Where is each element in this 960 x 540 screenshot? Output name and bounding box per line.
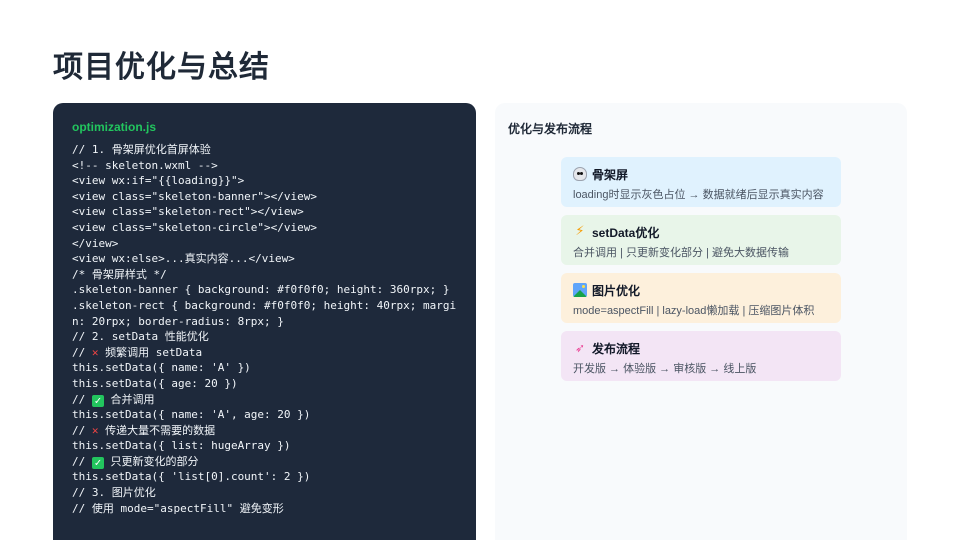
- code-text: this.setData({ list: hugeArray }): [72, 439, 291, 453]
- code-text: <view class="skeleton-banner"></view>: [72, 189, 318, 203]
- check-mark-icon: ✓: [91, 456, 104, 469]
- code-line: .skeleton-banner { background: #f0f0f0; …: [72, 282, 458, 298]
- code-line: <view wx:else>...真实内容...</view>: [72, 251, 458, 267]
- code-line: <view class="skeleton-circle"></view>: [72, 220, 458, 236]
- code-line: <view class="skeleton-banner"></view>: [72, 189, 458, 205]
- code-text: <view wx:if="{{loading}}">: [72, 174, 245, 188]
- code-text: .skeleton-rect { background: #f0f0f0; he…: [72, 298, 457, 328]
- code-comment-prefix: //: [72, 392, 92, 406]
- code-text: this.setData({ age: 20 }): [72, 376, 238, 390]
- step-title: 骨架屏: [592, 167, 629, 182]
- code-line: </view>: [72, 236, 458, 252]
- code-line: // 3. 图片优化: [72, 485, 458, 501]
- flow-step-release: ➶ 发布流程 开发版 → 体验版 → 审核版 → 线上版: [561, 331, 841, 381]
- picture-icon: [573, 283, 587, 297]
- step-title: 发布流程: [592, 341, 641, 356]
- code-text: <view class="skeleton-rect"></view>: [72, 205, 304, 219]
- code-text: // 使用 mode="aspectFill" 避免变形: [72, 501, 284, 515]
- flow-panel: 优化与发布流程 骨架屏 loading时显示灰色占位 → 数据就绪后显示真实内容…: [495, 103, 907, 540]
- step-desc: 开发版 → 体验版 → 审核版 → 线上版: [573, 363, 757, 375]
- code-line: this.setData({ name: 'A' }): [72, 360, 458, 376]
- code-line: <!-- skeleton.wxml -->: [72, 158, 458, 174]
- flow-title: 优化与发布流程: [508, 122, 593, 136]
- code-text: this.setData({ name: 'A', age: 20 }): [72, 408, 311, 422]
- code-comment-prefix: //: [72, 345, 92, 359]
- code-panel: optimization.js // 1. 骨架屏优化首屏体验 <!-- skel…: [53, 103, 476, 540]
- code-line: // 2. setData 性能优化: [72, 329, 458, 345]
- code-line: // ✕ 传递大量不需要的数据: [72, 423, 458, 439]
- code-line: /* 骨架屏样式 */: [72, 267, 458, 283]
- step-desc: 合并调用 | 只更新变化部分 | 避免大数据传输: [573, 247, 789, 259]
- code-line: this.setData({ list: hugeArray }): [72, 438, 458, 454]
- code-text: this.setData({ 'list[0].count': 2 }): [72, 470, 311, 484]
- code-text: 只更新变化的部分: [103, 454, 199, 468]
- code-comment-prefix: //: [72, 454, 92, 468]
- code-line: // ✕ 频繁调用 setData: [72, 345, 458, 361]
- code-text: <view wx:else>...真实内容...</view>: [72, 252, 295, 266]
- flow-step-setdata: ⚡ setData优化 合并调用 | 只更新变化部分 | 避免大数据传输: [561, 215, 841, 265]
- code-block: // 1. 骨架屏优化首屏体验 <!-- skeleton.wxml --> <vi…: [72, 142, 458, 516]
- lightning-icon: ⚡: [575, 224, 585, 239]
- code-text: </view>: [72, 236, 119, 250]
- step-title: 图片优化: [592, 283, 641, 298]
- code-line: // 使用 mode="aspectFill" 避免变形: [72, 501, 458, 517]
- code-line: <view wx:if="{{loading}}">: [72, 173, 458, 189]
- rocket-icon: ➶: [574, 341, 586, 355]
- cross-mark-icon: ✕: [91, 345, 99, 359]
- code-text: this.setData({ name: 'A' }): [72, 361, 251, 375]
- code-text: // 3. 图片优化: [72, 486, 156, 500]
- step-title: setData优化: [592, 225, 660, 240]
- cross-mark-icon: ✕: [91, 423, 99, 437]
- code-comment-prefix: //: [72, 423, 92, 437]
- code-line: .skeleton-rect { background: #f0f0f0; he…: [72, 298, 458, 329]
- flow-step-image: 图片优化 mode=aspectFill | lazy-load懒加载 | 压缩…: [561, 273, 841, 323]
- code-text: 合并调用: [103, 392, 155, 406]
- code-text: // 2. setData 性能优化: [72, 330, 209, 344]
- code-line: // 1. 骨架屏优化首屏体验: [72, 142, 458, 158]
- step-desc: mode=aspectFill | lazy-load懒加载 | 压缩图片体积: [573, 305, 815, 317]
- flow-step-skeleton: 骨架屏 loading时显示灰色占位 → 数据就绪后显示真实内容: [561, 157, 841, 207]
- code-line: this.setData({ 'list[0].count': 2 }): [72, 469, 458, 485]
- code-filename: optimization.js: [72, 120, 156, 134]
- code-line: this.setData({ age: 20 }): [72, 376, 458, 392]
- code-text: <view class="skeleton-circle"></view>: [72, 220, 318, 234]
- page-title: 项目优化与总结: [53, 50, 270, 85]
- check-mark-icon: ✓: [91, 394, 104, 407]
- code-text: <!-- skeleton.wxml -->: [72, 158, 218, 172]
- step-desc: loading时显示灰色占位 → 数据就绪后显示真实内容: [573, 189, 824, 201]
- code-text: /* 骨架屏样式 */: [72, 267, 167, 281]
- code-text: .skeleton-banner { background: #f0f0f0; …: [72, 283, 450, 297]
- code-line: <view class="skeleton-rect"></view>: [72, 204, 458, 220]
- skull-icon: [573, 167, 587, 181]
- code-text: // 1. 骨架屏优化首屏体验: [72, 143, 211, 156]
- code-text: 频繁调用 setData: [98, 345, 203, 359]
- flow-steps: 骨架屏 loading时显示灰色占位 → 数据就绪后显示真实内容 ⚡ setDa…: [561, 157, 841, 389]
- code-text: 传递大量不需要的数据: [98, 423, 216, 437]
- code-line: // ✓ 合并调用: [72, 392, 458, 408]
- code-line: // ✓ 只更新变化的部分: [72, 454, 458, 470]
- code-line: this.setData({ name: 'A', age: 20 }): [72, 407, 458, 423]
